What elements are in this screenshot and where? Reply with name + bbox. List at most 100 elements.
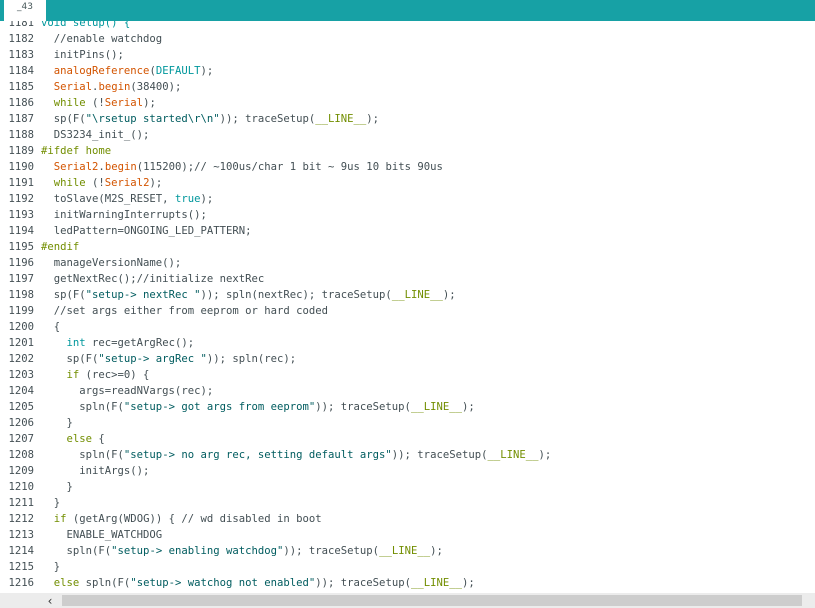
line-number: 1192 [8, 193, 34, 205]
code-line[interactable]: 1208 spln(F("setup-> no arg rec, setting… [0, 447, 815, 463]
editor-tab-bar: _43 [0, 0, 815, 21]
code-token: __LINE__ [391, 289, 443, 301]
code-line[interactable]: 1191 while (!Serial2); [0, 175, 815, 191]
code-token: begin [98, 81, 131, 93]
code-token: else [66, 433, 93, 445]
code-line[interactable]: 1197 getNextRec();//initialize nextRec [0, 271, 815, 287]
code-line[interactable]: 1214 spln(F("setup-> enabling watchdog")… [0, 543, 815, 559]
code-text: while (!Serial); [41, 95, 156, 111]
code-token: (115200);// ~100us/char 1 bit ~ 9us 10 b… [136, 161, 443, 173]
line-number: 1209 [8, 465, 34, 477]
code-token: )); spln(rec); [206, 353, 297, 365]
code-token: ); [461, 577, 475, 589]
code-line[interactable]: 1183 initPins(); [0, 47, 815, 63]
code-line[interactable]: 1181 void setup() { [0, 21, 815, 31]
code-line[interactable]: 1196 manageVersionName(); [0, 255, 815, 271]
code-token: ); [149, 177, 163, 189]
code-line[interactable]: 1213 ENABLE_WATCHDOG [0, 527, 815, 543]
code-token: spln(F( [41, 401, 124, 413]
line-number: 1189 [8, 145, 34, 157]
code-token: ledPattern=ONGOING_LED_PATTERN; [41, 225, 252, 237]
code-line[interactable]: 1205 spln(F("setup-> got args from eepro… [0, 399, 815, 415]
chevron-left-icon[interactable]: ‹ [42, 593, 58, 608]
code-text: } [41, 415, 73, 431]
line-number: 1207 [8, 433, 34, 445]
code-text: sp(F("setup-> argRec ")); spln(rec); [41, 351, 297, 367]
code-token: { [41, 321, 61, 333]
code-token: )); traceSetup( [219, 113, 316, 125]
code-token: __LINE__ [379, 545, 431, 557]
code-token: DEFAULT [155, 65, 201, 77]
code-token: getNextRec();//initialize nextRec [41, 273, 265, 285]
code-line[interactable]: 1210 } [0, 479, 815, 495]
code-token: ); [200, 193, 214, 205]
code-line[interactable]: 1212 if (getArg(WDOG)) { // wd disabled … [0, 511, 815, 527]
code-line[interactable]: 1203 if (rec>=0) { [0, 367, 815, 383]
code-token: Serial [53, 81, 93, 93]
line-number: 1203 [8, 369, 34, 381]
code-line[interactable]: 1193 initWarningInterrupts(); [0, 207, 815, 223]
code-line[interactable]: 1195 #endif [0, 239, 815, 255]
code-token: "setup-> watchog not enabled" [130, 577, 316, 589]
code-token: if [53, 513, 67, 525]
code-line[interactable]: 1215 } [0, 559, 815, 575]
code-line[interactable]: 1200 { [0, 319, 815, 335]
line-number: 1184 [8, 65, 34, 77]
line-number: 1214 [8, 545, 34, 557]
code-line[interactable]: 1192 toSlave(M2S_RESET, true); [0, 191, 815, 207]
line-number: 1202 [8, 353, 34, 365]
code-token: )); spln(nextRec); traceSetup( [200, 289, 392, 301]
line-number: 1215 [8, 561, 34, 573]
code-line[interactable]: 1198 sp(F("setup-> nextRec ")); spln(nex… [0, 287, 815, 303]
code-text: #ifdef home [41, 143, 111, 159]
code-line[interactable]: 1209 initArgs(); [0, 463, 815, 479]
code-text: { [41, 319, 60, 335]
code-token: //enable watchdog [41, 33, 163, 45]
code-line[interactable]: 1190 Serial2.begin(115200);// ~100us/cha… [0, 159, 815, 175]
code-line[interactable]: 1216 else spln(F("setup-> watchog not en… [0, 575, 815, 591]
code-line[interactable]: 1194 ledPattern=ONGOING_LED_PATTERN; [0, 223, 815, 239]
line-number: 1208 [8, 449, 34, 461]
code-text: else spln(F("setup-> watchog not enabled… [41, 575, 475, 591]
code-token: ); [461, 401, 475, 413]
code-text: ENABLE_WATCHDOG [41, 527, 163, 543]
code-text: if (getArg(WDOG)) { // wd disabled in bo… [41, 511, 322, 527]
code-text: toSlave(M2S_RESET, true); [41, 191, 213, 207]
code-line[interactable]: 1187 sp(F("\rsetup started\r\n")); trace… [0, 111, 815, 127]
code-text: getNextRec();//initialize nextRec [41, 271, 264, 287]
code-token: } [41, 497, 61, 509]
code-line[interactable]: 1211 } [0, 495, 815, 511]
code-line[interactable]: 1188 DS3234_init_(); [0, 127, 815, 143]
code-line[interactable]: 1201 int rec=getArgRec(); [0, 335, 815, 351]
code-text: } [41, 479, 73, 495]
code-token: #ifdef home [41, 145, 112, 157]
code-line[interactable]: 1189 #ifdef home [0, 143, 815, 159]
code-line[interactable]: 1185 Serial.begin(38400); [0, 79, 815, 95]
line-number: 1216 [8, 577, 34, 589]
code-line[interactable]: 1184 analogReference(DEFAULT); [0, 63, 815, 79]
line-number: 1213 [8, 529, 34, 541]
code-text: DS3234_init_(); [41, 127, 150, 143]
horizontal-scrollbar[interactable]: ‹ [0, 593, 815, 608]
code-line[interactable]: 1186 while (!Serial); [0, 95, 815, 111]
code-line[interactable]: 1182 //enable watchdog [0, 31, 815, 47]
code-line[interactable]: 1207 else { [0, 431, 815, 447]
horizontal-scroll-thumb[interactable] [62, 595, 802, 606]
line-number: 1201 [8, 337, 34, 349]
code-text: } [41, 559, 60, 575]
line-number: 1199 [8, 305, 34, 317]
code-token: __LINE__ [315, 113, 367, 125]
code-line[interactable]: 1204 args=readNVargs(rec); [0, 383, 815, 399]
code-token: } [41, 561, 61, 573]
code-line[interactable]: 1199 //set args either from eeprom or ha… [0, 303, 815, 319]
code-token: Serial [104, 97, 144, 109]
code-token: "setup-> no arg rec, setting default arg… [123, 449, 392, 461]
code-line[interactable]: 1206 } [0, 415, 815, 431]
line-number: 1206 [8, 417, 34, 429]
code-text: //set args either from eeprom or hard co… [41, 303, 328, 319]
code-editor[interactable]: 1181 void setup() {1182 //enable watchdog… [0, 21, 815, 593]
code-line[interactable]: 1202 sp(F("setup-> argRec ")); spln(rec)… [0, 351, 815, 367]
tab-sketch[interactable]: _43 [4, 0, 46, 21]
